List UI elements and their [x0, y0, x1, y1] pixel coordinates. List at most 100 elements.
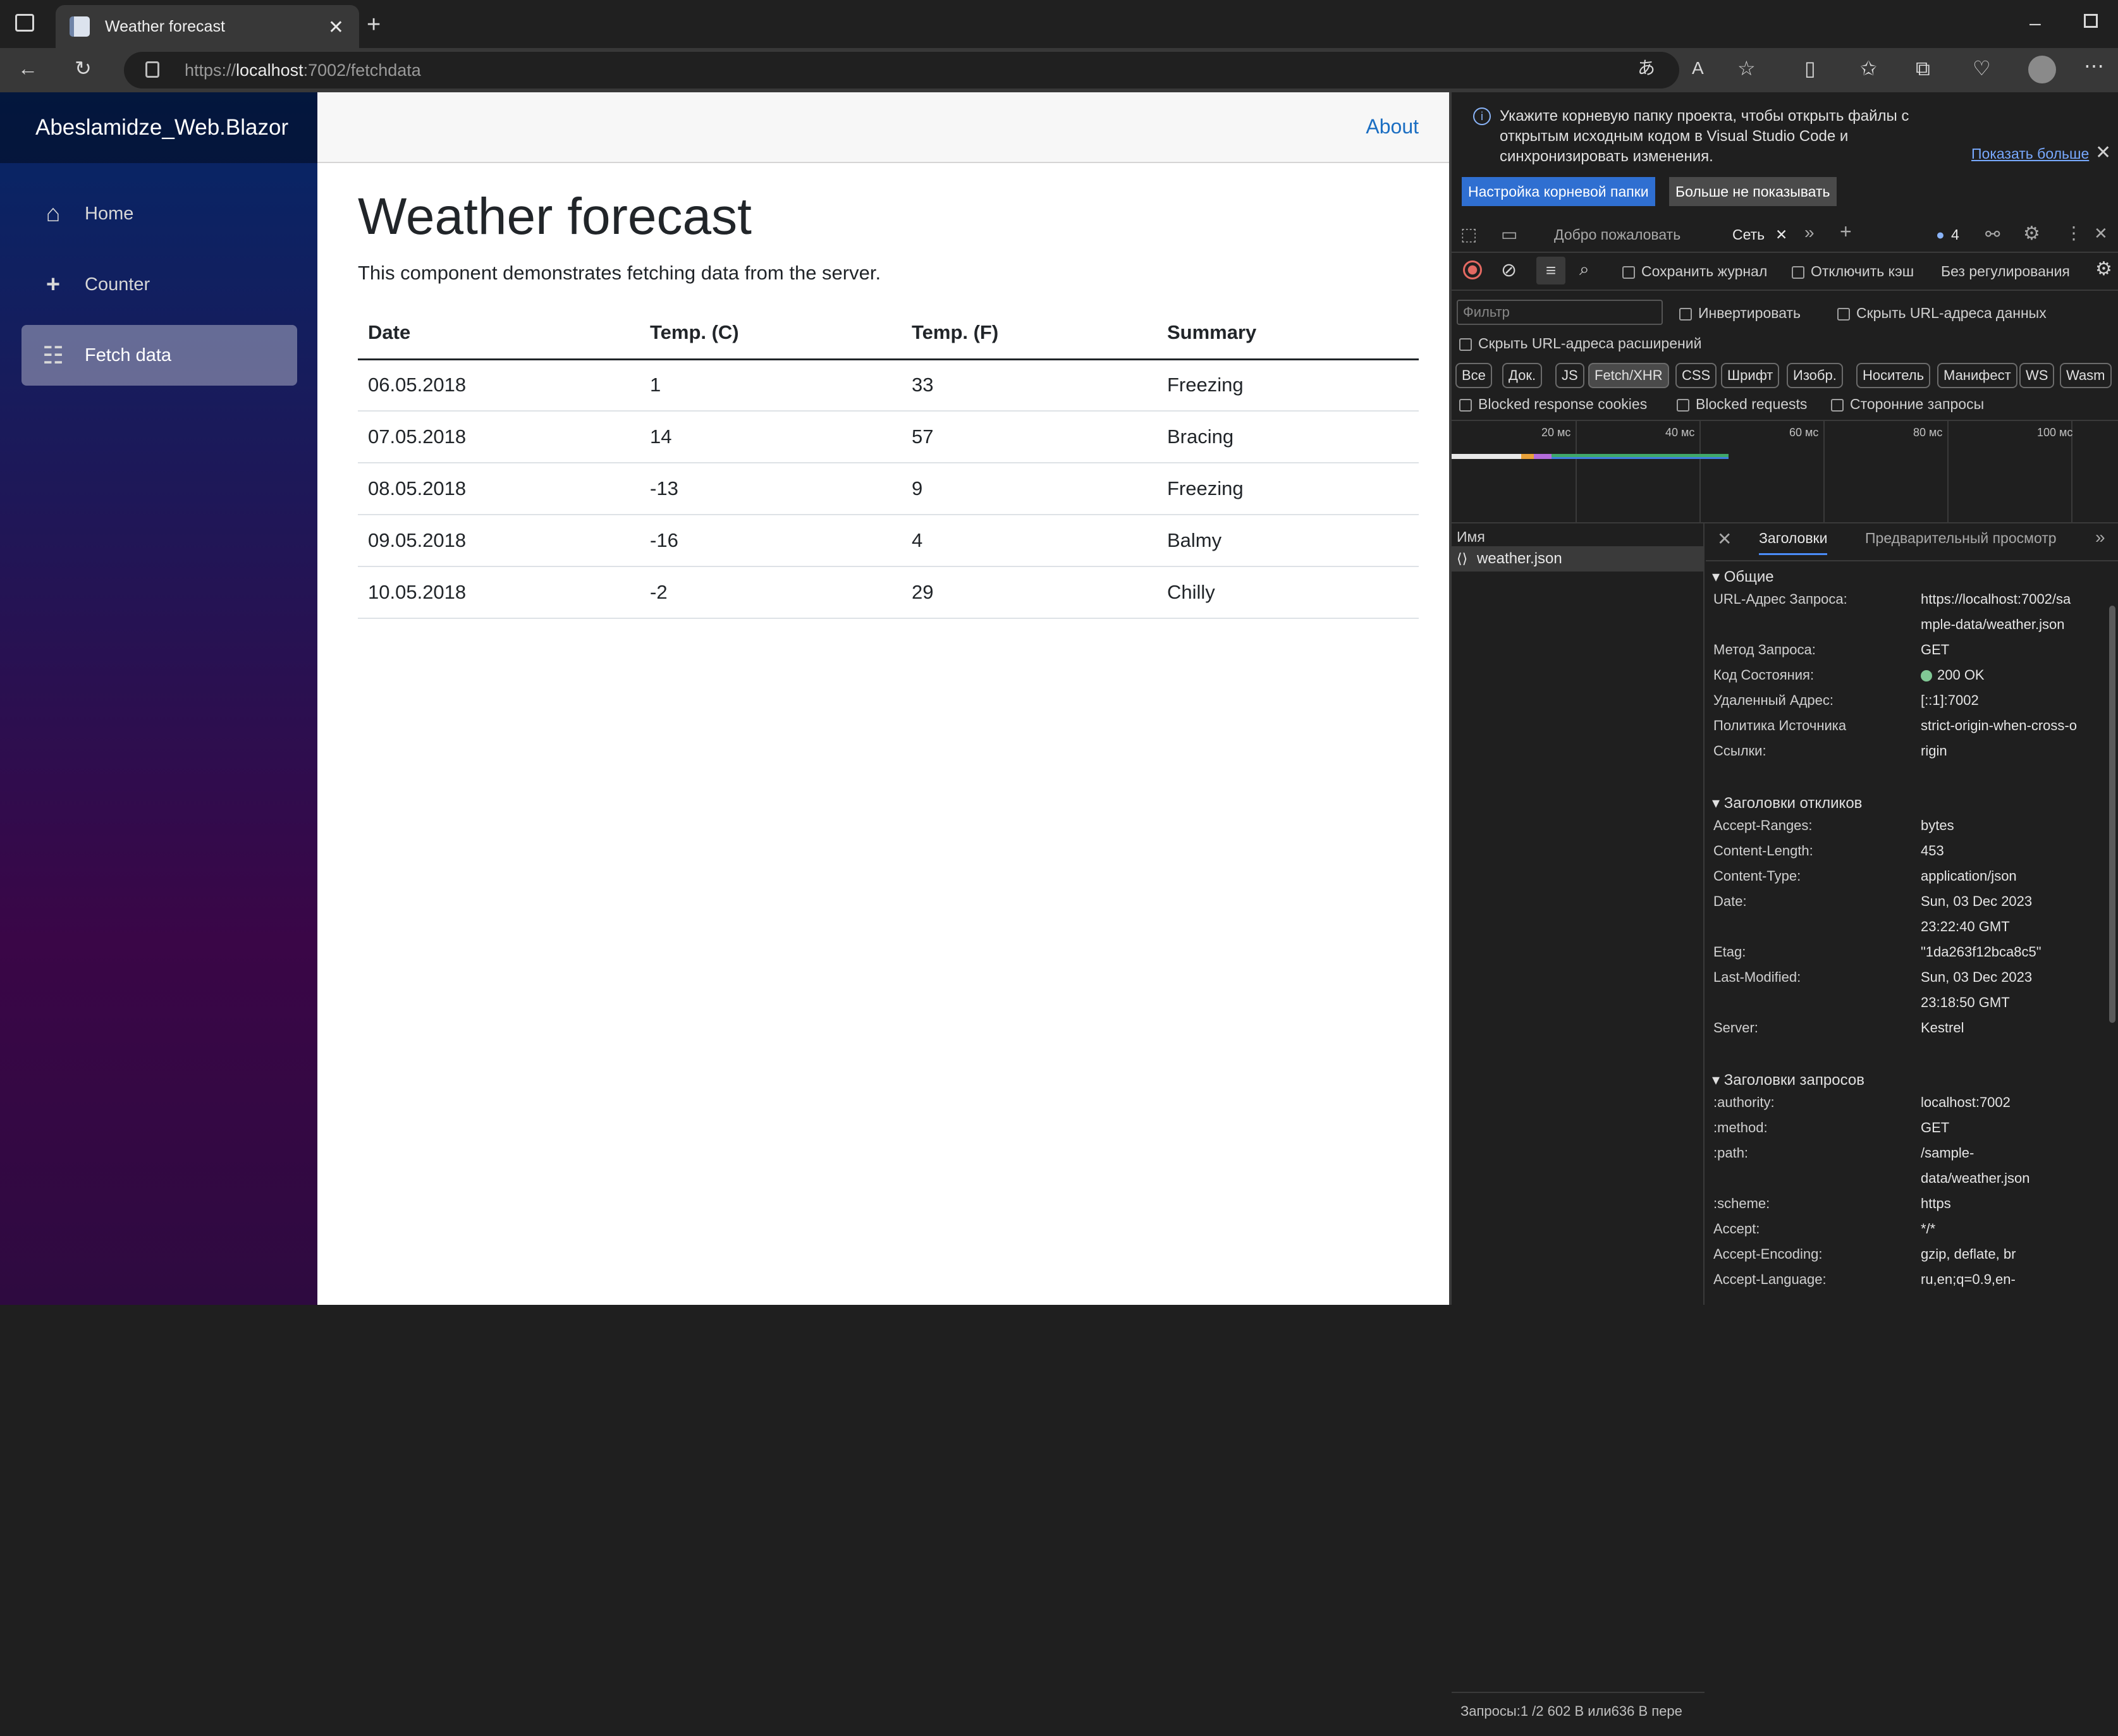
- profile-avatar[interactable]: [2028, 56, 2056, 83]
- settings-icon[interactable]: ⚙: [2023, 223, 2040, 245]
- preserve-log-checkbox[interactable]: Сохранить журнал: [1622, 263, 1767, 280]
- more-tabs-icon[interactable]: »: [1804, 223, 1815, 243]
- cell-summary: Freezing: [1157, 359, 1419, 412]
- page-title: Weather forecast: [358, 188, 752, 245]
- general-section-toggle[interactable]: ▾ Общие: [1712, 568, 1774, 586]
- hide-data-urls-checkbox[interactable]: Скрыть URL-адреса данных: [1837, 305, 2047, 322]
- tab-welcome[interactable]: Добро пожаловать: [1554, 226, 1680, 243]
- close-network-tab-icon[interactable]: ✕: [1775, 226, 1787, 243]
- filter-input[interactable]: Фильтр: [1457, 300, 1663, 325]
- read-aloud-icon[interactable]: A: [1692, 59, 1704, 77]
- home-icon: ⌂: [46, 200, 61, 227]
- browser-tab[interactable]: Weather forecast ✕: [56, 5, 359, 48]
- throttling-select[interactable]: Без регулирования: [1941, 263, 2070, 280]
- timeline-bar-queue: [1452, 454, 1521, 459]
- close-tab-icon[interactable]: ✕: [328, 16, 344, 39]
- type-filter-ws[interactable]: WS: [2019, 363, 2055, 388]
- type-filter-manifest[interactable]: Манифест: [1937, 363, 2017, 388]
- split-screen-icon[interactable]: ▯: [1804, 58, 1816, 78]
- timeline-gridline: [1699, 421, 1701, 523]
- url-text: https://localhost:7002/fetchdata: [185, 61, 421, 80]
- favorite-icon[interactable]: ☆: [1737, 58, 1756, 78]
- network-timeline[interactable]: 20 мс 40 мс 60 мс 80 мс 100 мс: [1452, 420, 2118, 523]
- fetch-request-icon: ⟨⟩: [1457, 551, 1468, 566]
- blocked-cookies-checkbox[interactable]: Blocked response cookies: [1459, 396, 1647, 413]
- type-filter-font[interactable]: Шрифт: [1721, 363, 1780, 388]
- tab-network[interactable]: Сеть: [1732, 226, 1765, 243]
- type-filter-media[interactable]: Носитель: [1856, 363, 1931, 388]
- invert-checkbox[interactable]: Инвертировать: [1679, 305, 1801, 322]
- back-icon[interactable]: ←: [18, 58, 38, 78]
- type-filter-img[interactable]: Изобр.: [1787, 363, 1843, 388]
- more-menu-icon[interactable]: ⋯: [2084, 56, 2104, 76]
- new-tab-icon[interactable]: +: [367, 13, 381, 37]
- search-icon[interactable]: ⌕: [1579, 259, 1589, 280]
- type-filter-js[interactable]: JS: [1555, 363, 1584, 388]
- header-key: Accept-Encoding:: [1713, 1246, 1823, 1262]
- refresh-icon[interactable]: ↻: [75, 58, 92, 78]
- type-filter-wasm[interactable]: Wasm: [2060, 363, 2112, 388]
- tab-actions-icon[interactable]: [15, 14, 34, 32]
- headers-scrollbar[interactable]: [2109, 606, 2115, 1023]
- issues-icon[interactable]: ●: [1936, 226, 1945, 243]
- header-key: Код Состояния:: [1713, 667, 1815, 683]
- show-more-link[interactable]: Показать больше: [1971, 145, 2089, 162]
- nav-item-counter[interactable]: + Counter: [21, 254, 297, 315]
- header-value: 453: [1921, 843, 1944, 859]
- more-detail-tabs-icon[interactable]: »: [2095, 527, 2105, 547]
- nav-item-fetch-data[interactable]: ☷ Fetch data: [21, 325, 297, 386]
- top-row: About: [317, 92, 1449, 163]
- cell-temp-c: -16: [640, 515, 902, 567]
- connections-icon[interactable]: ⚯: [1985, 224, 2000, 245]
- dont-show-again-button[interactable]: Больше не показывать: [1669, 177, 1837, 206]
- browser-essentials-icon[interactable]: ♡: [1973, 58, 1991, 78]
- type-filter-fetch-xhr[interactable]: Fetch/XHR: [1588, 363, 1669, 388]
- tabs-divider: [1706, 560, 2118, 561]
- hide-extension-urls-checkbox[interactable]: Скрыть URL-адреса расширений: [1459, 335, 1701, 352]
- request-row[interactable]: ⟨⟩ weather.json: [1452, 546, 1703, 572]
- nav-item-home[interactable]: ⌂ Home: [21, 183, 297, 244]
- device-emulation-icon[interactable]: ▭: [1501, 224, 1517, 245]
- disable-cache-checkbox[interactable]: Отключить кэш: [1792, 263, 1914, 280]
- add-tab-icon[interactable]: +: [1840, 220, 1852, 243]
- type-filter-css[interactable]: CSS: [1675, 363, 1717, 388]
- issues-count: 4: [1951, 226, 1959, 243]
- translate-icon[interactable]: あ: [1637, 59, 1655, 77]
- clear-icon[interactable]: ⊘: [1501, 259, 1517, 281]
- plus-icon: +: [46, 271, 61, 298]
- type-filter-doc[interactable]: Док.: [1502, 363, 1543, 388]
- filter-toggle-icon[interactable]: ≡: [1536, 257, 1565, 284]
- close-banner-icon[interactable]: ✕: [2095, 142, 2111, 164]
- request-headers-toggle[interactable]: ▾ Заголовки запросов: [1712, 1071, 1864, 1089]
- inspect-icon[interactable]: ⬚: [1460, 224, 1477, 245]
- url-field[interactable]: https://localhost:7002/fetchdata あ: [124, 52, 1679, 89]
- close-devtools-icon[interactable]: ✕: [2094, 224, 2108, 243]
- network-settings-icon[interactable]: ⚙: [2095, 258, 2112, 280]
- cell-summary: Chilly: [1157, 566, 1419, 619]
- about-link[interactable]: About: [1366, 115, 1419, 138]
- third-party-checkbox[interactable]: Сторонние запросы: [1831, 396, 1984, 413]
- header-value: https://localhost:7002/sa: [1921, 591, 2071, 607]
- header-value: "1da263f12bca8c5": [1921, 944, 2041, 960]
- minimize-icon[interactable]: –: [2029, 13, 2041, 33]
- response-headers-toggle[interactable]: ▾ Заголовки откликов: [1712, 794, 1862, 812]
- favorites-icon[interactable]: ✩: [1860, 58, 1877, 78]
- blocked-requests-checkbox[interactable]: Blocked requests: [1677, 396, 1807, 413]
- cell-date: 08.05.2018: [358, 463, 640, 515]
- more-options-icon[interactable]: ⋮: [2065, 223, 2083, 243]
- table-row: 10.05.2018 -2 29 Chilly: [358, 566, 1419, 619]
- tab-headers[interactable]: Заголовки: [1759, 530, 1828, 555]
- record-icon[interactable]: [1463, 260, 1482, 279]
- cell-temp-f: 57: [902, 411, 1157, 463]
- collections-icon[interactable]: ⧉: [1916, 58, 1930, 78]
- network-toolbar: ⊘ ≡ ⌕ Сохранить журнал Отключить кэш Без…: [1452, 253, 2118, 291]
- header-value: ru,en;q=0.9,en-: [1921, 1271, 2016, 1287]
- header-key: Etag:: [1713, 944, 1746, 960]
- maximize-icon[interactable]: [2084, 14, 2098, 28]
- app-brand[interactable]: Abeslamidze_Web.Blazor: [0, 92, 317, 163]
- type-filter-all[interactable]: Все: [1455, 363, 1492, 388]
- set-root-folder-button[interactable]: Настройка корневой папки: [1462, 177, 1655, 206]
- close-details-icon[interactable]: ✕: [1717, 529, 1732, 549]
- forecast-table: Date Temp. (C) Temp. (F) Summary 06.05.2…: [358, 307, 1419, 619]
- tab-preview[interactable]: Предварительный просмотр: [1865, 530, 2057, 547]
